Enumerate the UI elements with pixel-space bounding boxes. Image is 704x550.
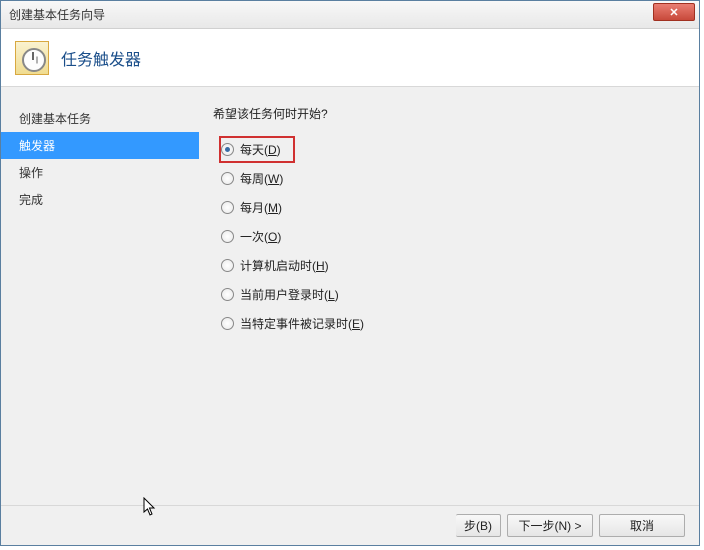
cancel-button[interactable]: 取消 [599,514,685,537]
wizard-main: 希望该任务何时开始? 每天(D) 每周(W) 每月(M) 一次(O) 计算机启动时(H)… [199,87,699,505]
radio-label: 每月(M) [240,199,282,216]
radio-label: 计算机启动时(H) [240,257,329,274]
trigger-question: 希望该任务何时开始? [213,105,685,122]
radio-icon [221,201,234,214]
wizard-footer: 步(B) 下一步(N) > 取消 [1,505,699,545]
back-button-label: 步(B) [464,517,492,534]
page-title: 任务触发器 [61,46,141,70]
wizard-body: 创建基本任务触发器操作完成 希望该任务何时开始? 每天(D) 每周(W) 每月(M)… [1,87,699,505]
radio-label: 当前用户登录时(L) [240,286,339,303]
wizard-window: 创建基本任务向导 ✕ 任务触发器 创建基本任务触发器操作完成 希望该任务何时开始… [0,0,700,546]
cancel-button-label: 取消 [630,517,654,534]
trigger-option-d[interactable]: 每天(D) [219,136,295,163]
radio-label: 每周(W) [240,170,283,187]
wizard-header: 任务触发器 [1,29,699,87]
trigger-option-m[interactable]: 每月(M) [219,194,685,221]
trigger-option-h[interactable]: 计算机启动时(H) [219,252,685,279]
wizard-sidebar: 创建基本任务触发器操作完成 [1,87,199,505]
trigger-option-o[interactable]: 一次(O) [219,223,685,250]
trigger-radio-group: 每天(D) 每周(W) 每月(M) 一次(O) 计算机启动时(H) 当前用户登录时(L) 当… [213,136,685,337]
sidebar-step-1[interactable]: 触发器 [1,132,199,159]
radio-label: 一次(O) [240,228,281,245]
clock-icon [15,41,49,75]
next-button-label: 下一步(N) > [518,517,581,534]
radio-icon [221,172,234,185]
radio-label: 当特定事件被记录时(E) [240,315,364,332]
window-title: 创建基本任务向导 [9,6,105,23]
radio-icon [221,259,234,272]
radio-label: 每天(D) [240,141,281,158]
close-button[interactable]: ✕ [653,3,695,21]
radio-icon [221,288,234,301]
sidebar-step-2[interactable]: 操作 [1,159,199,186]
radio-icon [221,317,234,330]
trigger-option-l[interactable]: 当前用户登录时(L) [219,281,685,308]
close-icon: ✕ [669,6,678,19]
next-button[interactable]: 下一步(N) > [507,514,593,537]
radio-icon [221,230,234,243]
titlebar: 创建基本任务向导 ✕ [1,1,699,29]
trigger-option-w[interactable]: 每周(W) [219,165,685,192]
back-button[interactable]: 步(B) [456,514,501,537]
sidebar-step-0[interactable]: 创建基本任务 [1,105,199,132]
sidebar-step-3[interactable]: 完成 [1,186,199,213]
trigger-option-e[interactable]: 当特定事件被记录时(E) [219,310,685,337]
radio-icon [221,143,234,156]
